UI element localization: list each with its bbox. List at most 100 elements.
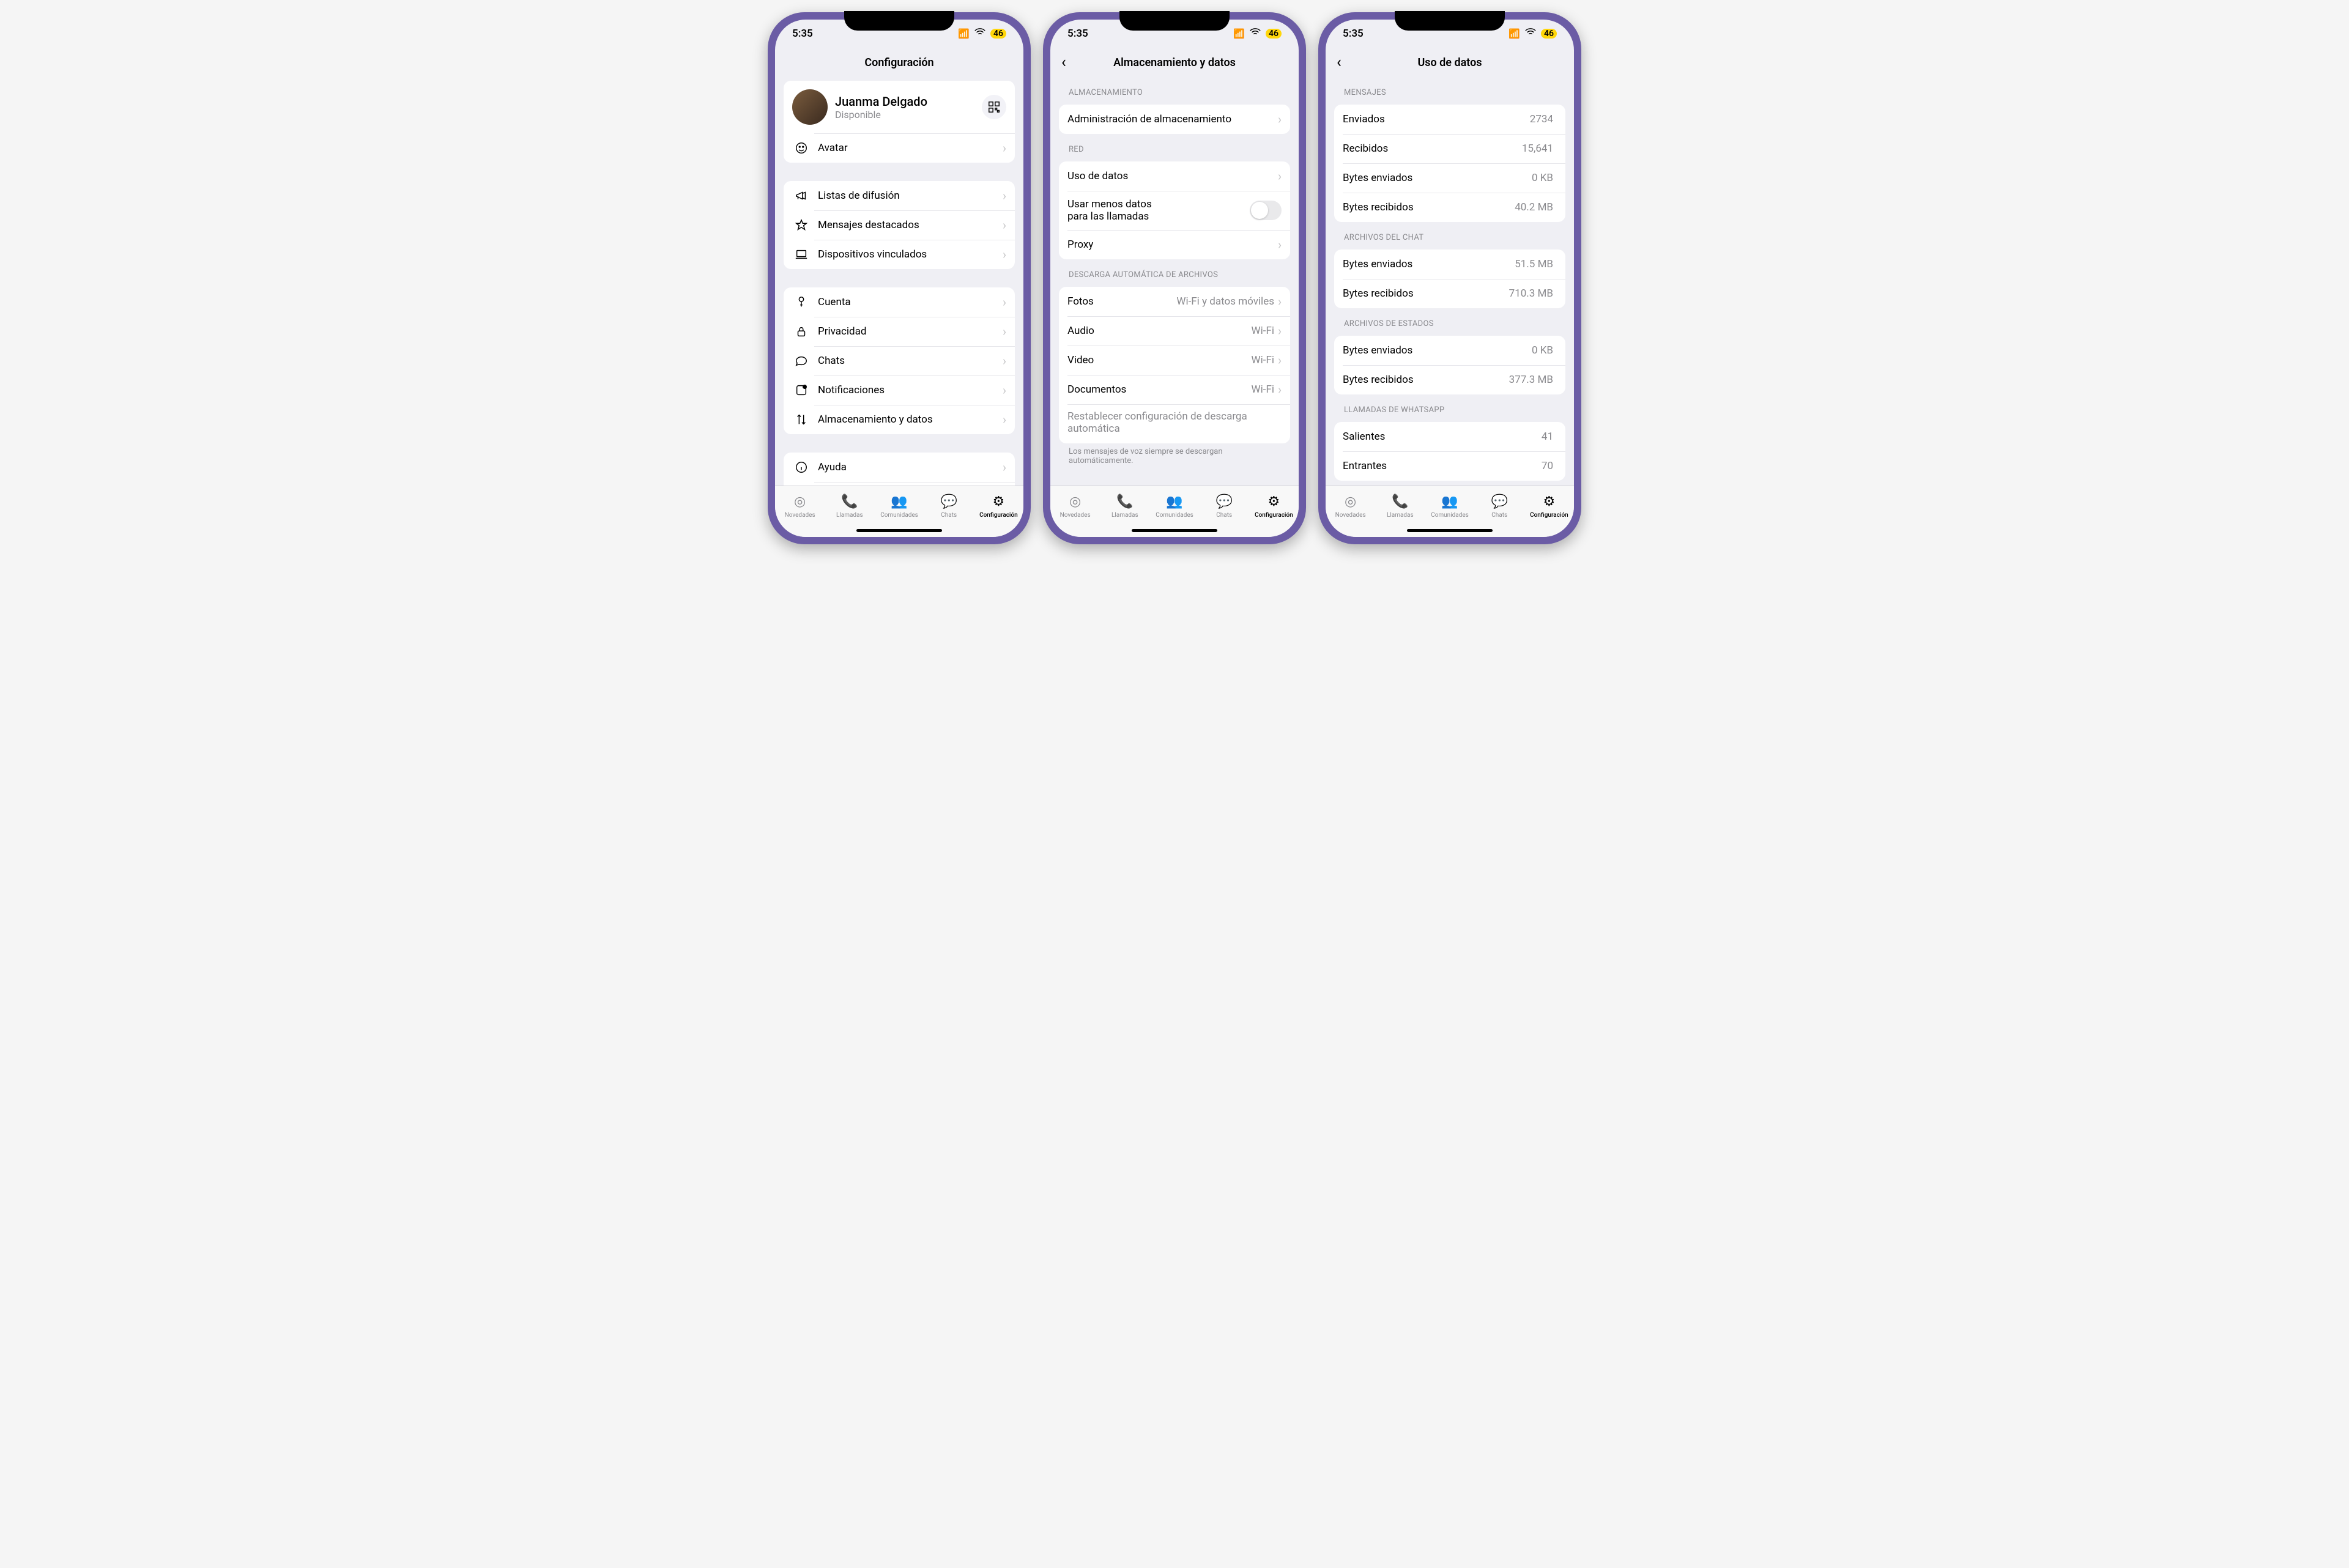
tab-llamadas[interactable]: 📞Llamadas (1100, 486, 1149, 526)
section-header-network: RED (1059, 134, 1290, 158)
tab-chats[interactable]: 💬Chats (1475, 486, 1524, 526)
laptop-icon (792, 248, 811, 261)
manage-storage-row[interactable]: Administración de almacenamiento › (1059, 105, 1290, 134)
phone-frame-3: 5:35 📶 46 ‹ Uso de datos MENSAJES Enviad… (1318, 12, 1581, 544)
bytes-sent-row: Bytes enviados 0 KB (1334, 163, 1565, 193)
audio-row[interactable]: Audio Wi-Fi › (1059, 316, 1290, 346)
tab-chats[interactable]: 💬Chats (924, 486, 974, 526)
privacy-row[interactable]: Privacidad › (784, 317, 1015, 346)
page-title: Configuración (864, 56, 933, 69)
data-usage-row[interactable]: Uso de datos › (1059, 161, 1290, 191)
back-button[interactable]: ‹ (1061, 53, 1066, 72)
help-row[interactable]: Ayuda › (784, 453, 1015, 482)
profile-row[interactable]: Juanma Delgado Disponible (784, 81, 1015, 133)
chat-icon (792, 354, 811, 368)
chat-bytes-received-row: Bytes recibidos 710.3 MB (1334, 279, 1565, 308)
photos-row[interactable]: Fotos Wi-Fi y datos móviles › (1059, 287, 1290, 316)
status-tab-icon: ◎ (1069, 494, 1081, 510)
invite-friends-row[interactable]: Invitar amigos › (784, 482, 1015, 486)
status-bytes-sent-row: Bytes enviados 0 KB (1334, 336, 1565, 365)
avatar-row[interactable]: Avatar › (784, 133, 1015, 163)
chevron-right-icon: › (1278, 382, 1282, 397)
status-icons: 📶 46 (958, 26, 1006, 42)
notification-icon (792, 383, 811, 397)
profile-name: Juanma Delgado (835, 94, 974, 109)
starred-messages-row[interactable]: Mensajes destacados › (784, 210, 1015, 240)
status-bar: 5:35 📶 46 (1326, 20, 1574, 48)
signal-icon: 📶 (958, 28, 970, 39)
broadcast-lists-row[interactable]: Listas de difusión › (784, 181, 1015, 210)
communities-tab-icon: 👥 (1441, 494, 1458, 510)
received-row: Recibidos 15,641 (1334, 134, 1565, 163)
lock-icon (792, 325, 811, 338)
chevron-right-icon: › (1003, 247, 1006, 262)
chevron-right-icon: › (1278, 324, 1282, 338)
back-button[interactable]: ‹ (1337, 53, 1341, 72)
phone-frame-1: 5:35 📶 46 Configuración Juanma Delgado D… (768, 12, 1031, 544)
chat-bytes-sent-row: Bytes enviados 51.5 MB (1334, 250, 1565, 279)
documents-row[interactable]: Documentos Wi-Fi › (1059, 375, 1290, 404)
bytes-received-row: Bytes recibidos 40.2 MB (1334, 193, 1565, 222)
status-time: 5:35 (1067, 28, 1088, 40)
settings-tab-icon: ⚙ (1268, 494, 1280, 510)
account-row[interactable]: Cuenta › (784, 287, 1015, 317)
tab-comunidades[interactable]: 👥Comunidades (874, 486, 924, 526)
chats-row[interactable]: Chats › (784, 346, 1015, 375)
profile-status: Disponible (835, 109, 974, 120)
settings-tab-icon: ⚙ (1543, 494, 1556, 510)
outgoing-calls-row: Salientes 41 (1334, 422, 1565, 451)
qr-button[interactable] (982, 95, 1006, 119)
tab-novedades[interactable]: ◎Novedades (775, 486, 825, 526)
tab-novedades[interactable]: ◎Novedades (1326, 486, 1375, 526)
tab-comunidades[interactable]: 👥Comunidades (1425, 486, 1474, 526)
home-indicator (1132, 529, 1217, 532)
settings-tab-icon: ⚙ (993, 494, 1005, 510)
section-header-chat-files: ARCHIVOS DEL CHAT (1334, 222, 1565, 246)
megaphone-icon (792, 189, 811, 202)
chevron-right-icon: › (1278, 169, 1282, 183)
status-tab-icon: ◎ (1345, 494, 1356, 510)
nav-header: Configuración (775, 48, 1023, 77)
status-time: 5:35 (792, 28, 813, 40)
status-time: 5:35 (1343, 28, 1364, 40)
arrows-updown-icon (792, 413, 811, 426)
tab-chats[interactable]: 💬Chats (1200, 486, 1249, 526)
tab-novedades[interactable]: ◎Novedades (1050, 486, 1100, 526)
tab-config[interactable]: ⚙Configuración (974, 486, 1023, 526)
tab-llamadas[interactable]: 📞Llamadas (825, 486, 874, 526)
avatar (792, 89, 828, 125)
tab-llamadas[interactable]: 📞Llamadas (1375, 486, 1425, 526)
reset-autodownload-row[interactable]: Restablecer configuración de descarga au… (1059, 404, 1290, 443)
tab-config[interactable]: ⚙Configuración (1249, 486, 1299, 526)
status-bar: 5:35 📶 46 (1050, 20, 1299, 48)
tab-config[interactable]: ⚙Configuración (1524, 486, 1574, 526)
chevron-right-icon: › (1003, 460, 1006, 475)
home-indicator (856, 529, 942, 532)
linked-devices-row[interactable]: Dispositivos vinculados › (784, 240, 1015, 269)
notifications-row[interactable]: Notificaciones › (784, 375, 1015, 405)
chevron-right-icon: › (1278, 353, 1282, 368)
storage-data-row[interactable]: Almacenamiento y datos › (784, 405, 1015, 434)
row-label: Avatar (818, 142, 1003, 154)
proxy-row[interactable]: Proxy › (1059, 230, 1290, 259)
chevron-right-icon: › (1278, 112, 1282, 127)
section-header-messages: MENSAJES (1334, 77, 1565, 101)
page-title: Almacenamiento y datos (1113, 56, 1236, 69)
status-icons: 📶 46 (1233, 26, 1282, 42)
face-icon (792, 141, 811, 155)
chevron-right-icon: › (1003, 353, 1006, 368)
page-title: Uso de datos (1417, 56, 1482, 69)
phone-frame-2: 5:35 📶 46 ‹ Almacenamiento y datos ALMAC… (1043, 12, 1306, 544)
less-data-toggle[interactable] (1250, 201, 1282, 220)
chevron-right-icon: › (1003, 295, 1006, 309)
chevron-right-icon: › (1003, 141, 1006, 155)
less-data-calls-row[interactable]: Usar menos datos para las llamadas (1059, 191, 1290, 230)
info-icon (792, 460, 811, 474)
wifi-icon (1249, 26, 1262, 42)
tab-comunidades[interactable]: 👥Comunidades (1149, 486, 1199, 526)
chevron-right-icon: › (1003, 218, 1006, 232)
status-bar: 5:35 📶 46 (775, 20, 1023, 48)
calls-tab-icon: 📞 (1392, 494, 1408, 510)
chevron-right-icon: › (1003, 324, 1006, 339)
video-row[interactable]: Video Wi-Fi › (1059, 346, 1290, 375)
